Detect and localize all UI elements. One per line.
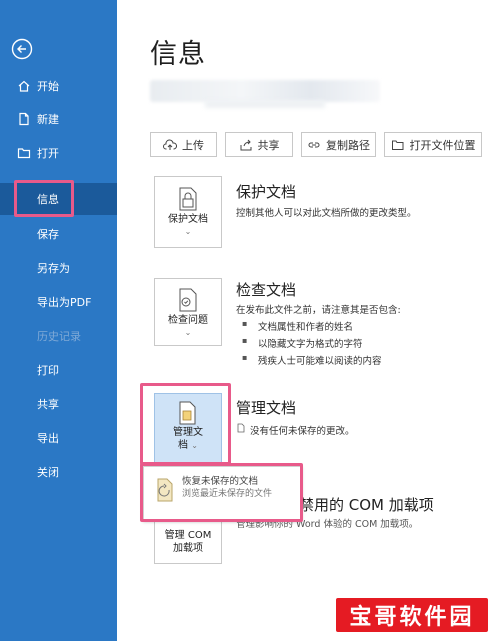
inspect-document-title: 检查文档	[236, 281, 297, 299]
manage-document-description: 没有任何未保存的更改。	[250, 426, 355, 437]
sidebar-item-label: 关闭	[37, 466, 59, 479]
inspect-bullet: 文档属性和作者的姓名	[242, 319, 353, 333]
open-file-location-button[interactable]: 打开文件位置	[384, 132, 482, 157]
sidebar-item-export[interactable]: 导出	[0, 424, 117, 452]
watermark-logo: 宝哥软件园	[336, 598, 488, 632]
blurred-document-path-secondary	[205, 100, 325, 108]
sidebar-item-label: 历史记录	[37, 330, 81, 343]
com-addins-title: 已禁用的 COM 加载项	[284, 496, 434, 514]
manage-document-highlight-box	[140, 383, 231, 465]
upload-button-label: 上传	[182, 138, 204, 152]
folder-open-icon	[391, 140, 403, 150]
sidebar-item-save[interactable]: 保存	[0, 220, 117, 248]
sidebar-item-share[interactable]: 共享	[0, 390, 117, 418]
folder-icon	[17, 148, 31, 159]
sidebar-item-history: 历史记录	[0, 322, 117, 350]
sidebar-item-label: 另存为	[37, 262, 70, 275]
lock-document-icon	[179, 187, 197, 211]
sidebar-item-print[interactable]: 打印	[0, 356, 117, 384]
sidebar-item-open[interactable]: 打开	[0, 139, 117, 167]
protect-document-description: 控制其他人可以对此文档所做的更改类型。	[236, 208, 417, 219]
upload-cloud-icon	[163, 139, 177, 150]
protect-document-button-label: 保护文档	[168, 214, 208, 225]
recover-unsaved-highlight-box	[140, 463, 303, 522]
inspect-document-icon	[179, 288, 197, 312]
share-icon	[240, 139, 251, 150]
home-icon	[18, 80, 30, 92]
backstage-sidebar: 开始 新建 打开 信息 保存 另存为 导出为PDF 历史记录 打印 共享 导出 …	[0, 0, 117, 641]
sidebar-item-label: 新建	[37, 113, 59, 126]
document-small-icon	[237, 423, 245, 433]
link-icon	[308, 142, 320, 147]
sidebar-item-close[interactable]: 关闭	[0, 458, 117, 486]
copy-path-button[interactable]: 复制路径	[301, 132, 376, 157]
sidebar-item-save-as[interactable]: 另存为	[0, 254, 117, 282]
sidebar-item-label: 打开	[37, 147, 59, 160]
share-button[interactable]: 共享	[225, 132, 293, 157]
manage-document-title: 管理文档	[236, 399, 297, 417]
sidebar-item-label: 保存	[37, 228, 59, 241]
check-issues-button[interactable]: 检查问题 ⌄	[154, 278, 222, 346]
upload-button[interactable]: 上传	[150, 132, 217, 157]
check-issues-button-label: 检查问题	[168, 315, 208, 326]
page-title: 信息	[150, 39, 206, 70]
selection-highlight-box	[14, 180, 74, 217]
sidebar-item-new[interactable]: 新建	[0, 105, 117, 133]
open-file-location-button-label: 打开文件位置	[409, 138, 476, 152]
manage-com-button-label-line1: 管理 COM	[164, 530, 212, 541]
new-document-icon	[19, 112, 29, 126]
sidebar-item-label: 导出	[37, 432, 59, 445]
sidebar-item-label: 打印	[37, 364, 59, 377]
sidebar-item-export-pdf[interactable]: 导出为PDF	[0, 288, 117, 316]
back-arrow-icon[interactable]	[11, 38, 33, 60]
protect-document-button[interactable]: 保护文档 ⌄	[154, 176, 222, 248]
share-button-label: 共享	[257, 138, 280, 152]
copy-path-button-label: 复制路径	[326, 138, 370, 152]
inspect-bullet: 残疾人士可能难以阅读的内容	[242, 353, 382, 367]
blurred-document-path	[150, 80, 380, 102]
sidebar-item-label: 导出为PDF	[37, 296, 92, 309]
inspect-bullet: 以隐藏文字为格式的字符	[242, 336, 363, 350]
chevron-down-icon: ⌄	[184, 227, 192, 236]
protect-document-title: 保护文档	[236, 183, 297, 201]
sidebar-item-label: 开始	[37, 80, 59, 93]
sidebar-item-label: 共享	[37, 398, 59, 411]
inspect-document-description: 在发布此文件之前，请注意其是否包含:	[236, 305, 401, 316]
chevron-down-icon: ⌄	[184, 328, 192, 337]
sidebar-item-home[interactable]: 开始	[0, 72, 117, 100]
manage-com-button-label-line2: 加载项	[173, 543, 203, 554]
